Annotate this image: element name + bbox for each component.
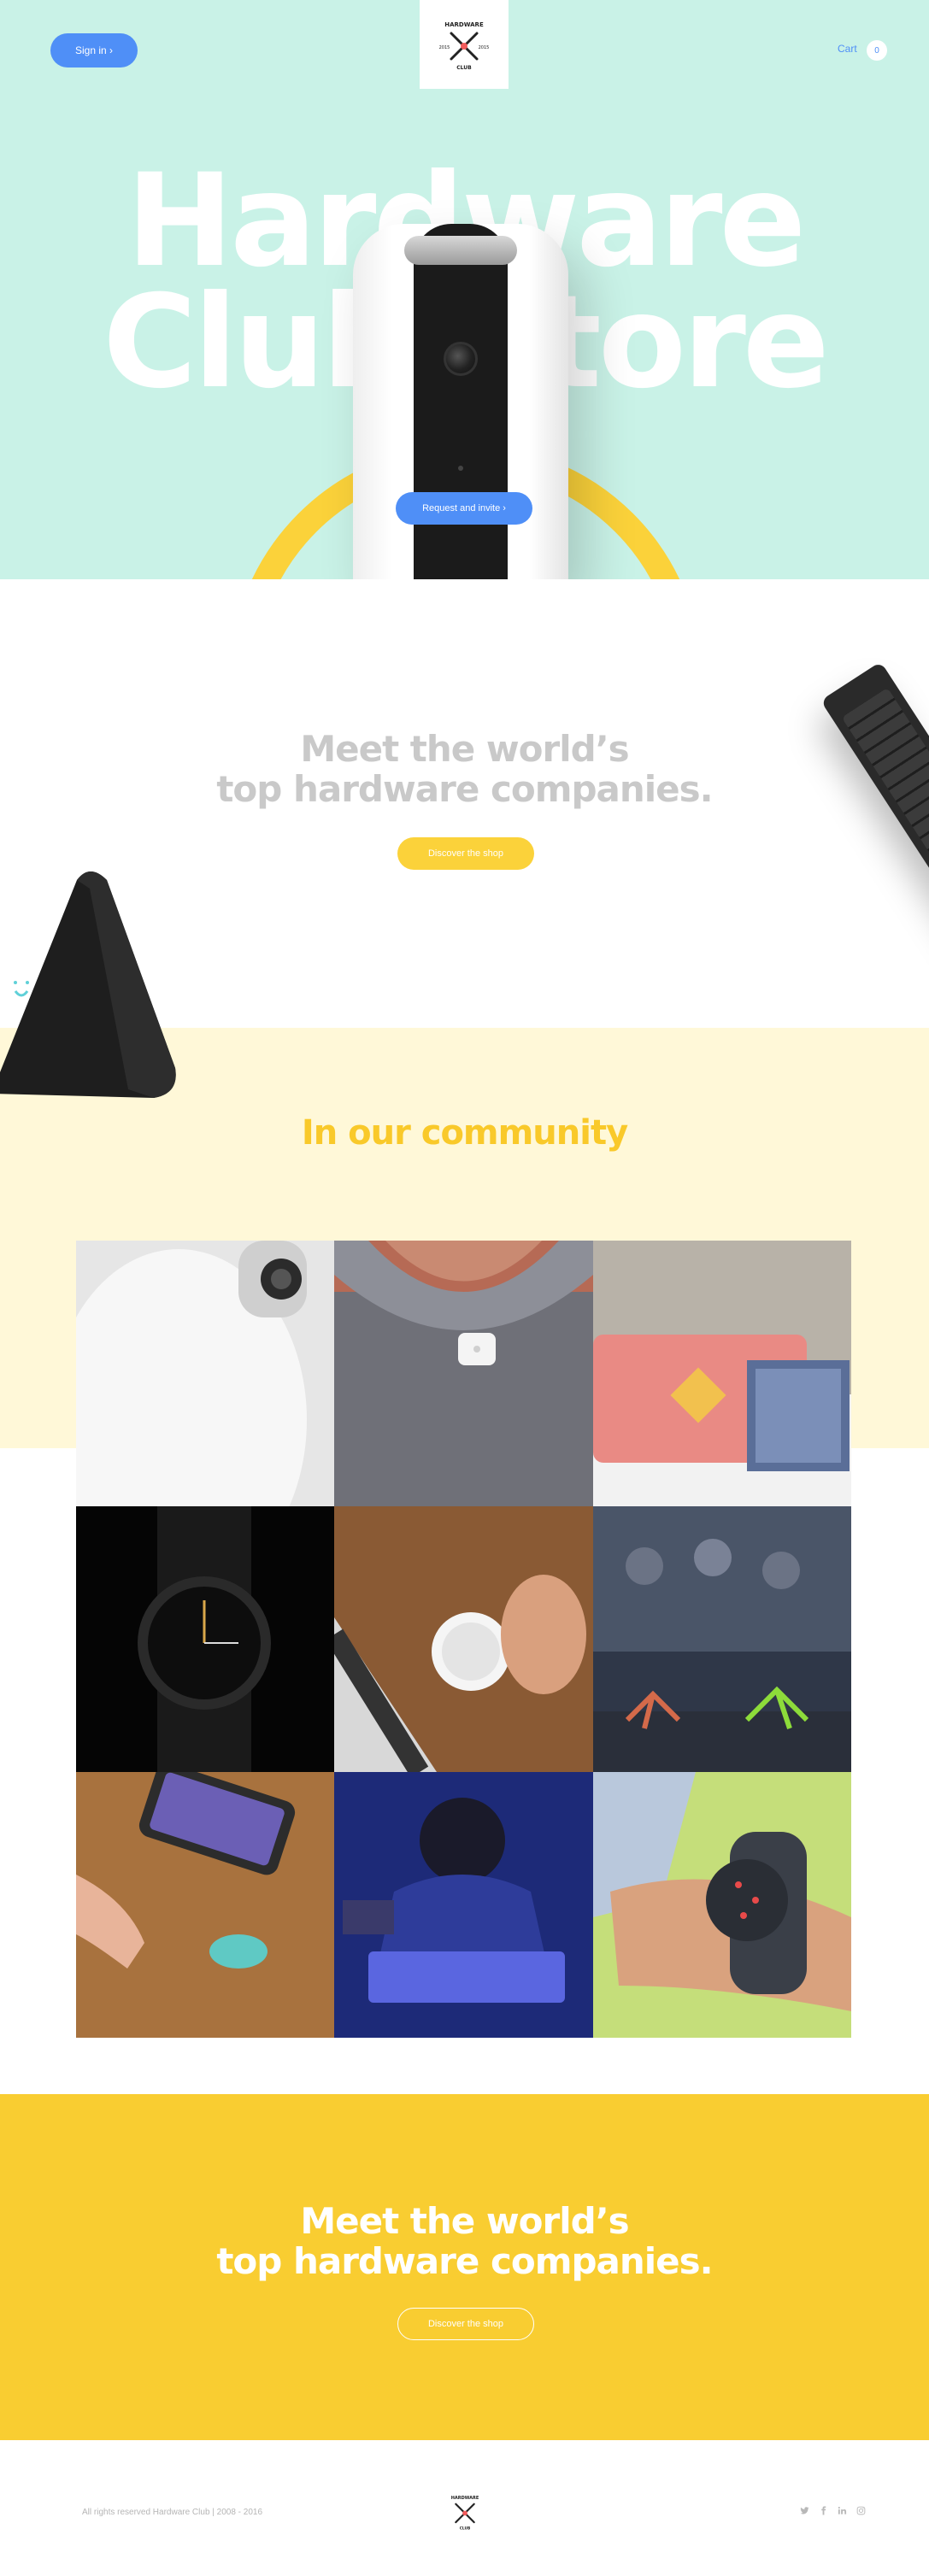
- fitness-tracker-image: [593, 1772, 851, 2038]
- camera-led: [458, 466, 463, 471]
- request-invite-button[interactable]: Request and invite ›: [396, 492, 532, 525]
- community-tile-photo-printer[interactable]: [593, 1241, 851, 1506]
- community-tile-smartwatch[interactable]: [76, 1506, 334, 1772]
- twitter-icon[interactable]: [798, 2504, 810, 2516]
- cta-title-line2: top hardware companies.: [216, 2240, 713, 2282]
- svg-text:CLUB: CLUB: [456, 65, 472, 71]
- cta-title: Meet the world’s top hardware companies.: [0, 2201, 929, 2281]
- svg-text:HARDWARE: HARDWARE: [444, 21, 484, 28]
- page: Sign in › HARDWARE 2015 2015 CLUB Cart 0…: [0, 0, 929, 2576]
- footer: All rights reserved Hardware Club | 2008…: [0, 2440, 929, 2576]
- white-camera-image: [76, 1241, 334, 1506]
- svg-text:CLUB: CLUB: [460, 2526, 470, 2532]
- meet-title-line2: top hardware companies.: [216, 768, 713, 810]
- community-tile-knob-controller[interactable]: [334, 1506, 593, 1772]
- triangle-speaker-image: [0, 871, 176, 1098]
- cta-title-line1: Meet the world’s: [300, 2200, 629, 2242]
- smart-button-image: [76, 1772, 334, 2038]
- smartwatch-image: [76, 1506, 334, 1772]
- svg-text:HARDWARE: HARDWARE: [451, 2496, 479, 2501]
- cta-discover-button[interactable]: Discover the shop: [397, 2308, 534, 2340]
- social-links: [798, 2504, 867, 2516]
- clip-tracker-image: [334, 1241, 593, 1506]
- cta-section: Meet the world’s top hardware companies.…: [0, 2094, 929, 2440]
- knob-controller-image: [334, 1506, 593, 1772]
- community-grid: [76, 1241, 851, 2038]
- community-title: In our community: [301, 1113, 628, 1153]
- svg-text:2015: 2015: [439, 45, 450, 50]
- meet-title: Meet the world’s top hardware companies.: [0, 729, 929, 809]
- camera-face: [414, 224, 508, 579]
- community-tile-robot-spiders[interactable]: [593, 1506, 851, 1772]
- keyboard-performer-image: [334, 1772, 593, 2038]
- camera-bezel: [404, 236, 517, 265]
- cart-count-badge[interactable]: 0: [867, 40, 887, 61]
- footer-logo-emblem-icon: HARDWARE CLUB: [451, 2496, 479, 2532]
- discover-shop-button[interactable]: Discover the shop: [397, 837, 534, 870]
- facebook-icon[interactable]: [817, 2504, 829, 2516]
- camera-lens-icon: [444, 342, 478, 376]
- instagram-icon[interactable]: [855, 2504, 867, 2516]
- robot-spiders-image: [593, 1506, 851, 1772]
- camera-product-image: [353, 224, 568, 579]
- linkedin-icon[interactable]: [836, 2504, 848, 2516]
- photo-printer-image: [593, 1241, 851, 1506]
- footer-logo[interactable]: HARDWARE CLUB: [439, 2486, 491, 2538]
- community-tile-clip-tracker[interactable]: [334, 1241, 593, 1506]
- hero-section: Sign in › HARDWARE 2015 2015 CLUB Cart 0…: [0, 0, 929, 579]
- community-tile-smart-button[interactable]: [76, 1772, 334, 2038]
- community-tile-keyboard-performer[interactable]: [334, 1772, 593, 2038]
- svg-text:2015: 2015: [479, 45, 490, 50]
- cart-link[interactable]: Cart: [838, 43, 857, 55]
- meet-title-line1: Meet the world’s: [300, 728, 629, 770]
- sign-in-button[interactable]: Sign in ›: [50, 33, 138, 67]
- logo-emblem-icon: HARDWARE 2015 2015 CLUB: [439, 21, 490, 71]
- community-tile-white-camera[interactable]: [76, 1241, 334, 1506]
- copyright-text: All rights reserved Hardware Club | 2008…: [82, 2508, 263, 2517]
- community-tile-fitness-tracker[interactable]: [593, 1772, 851, 2038]
- logo[interactable]: HARDWARE 2015 2015 CLUB: [420, 0, 509, 89]
